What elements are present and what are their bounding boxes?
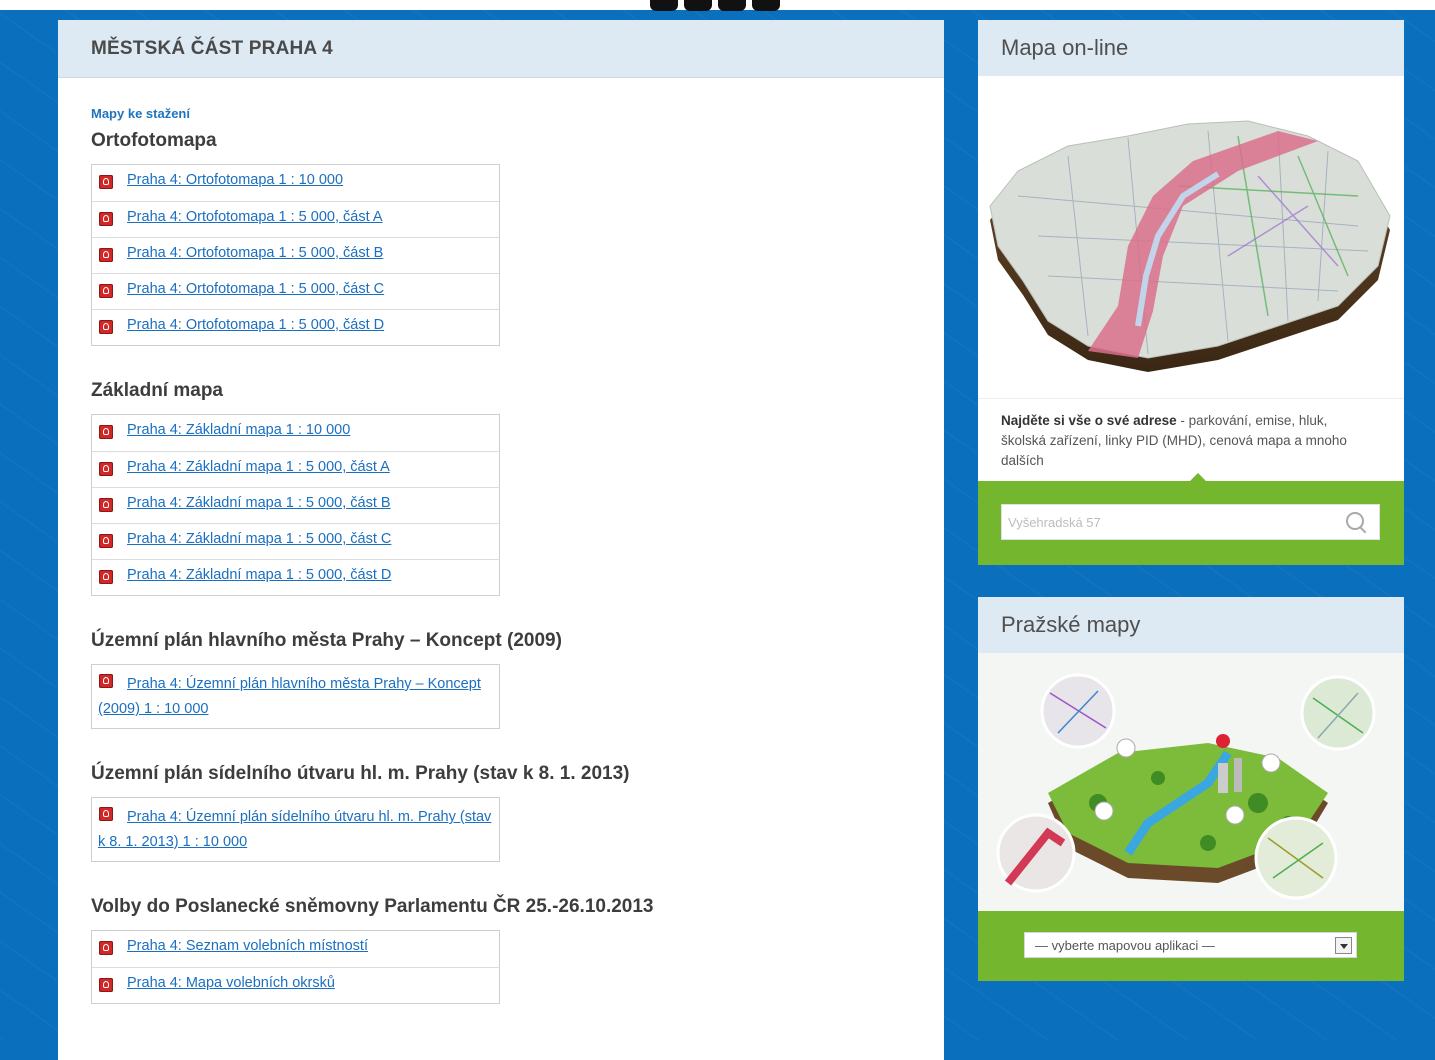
top-band bbox=[0, 0, 1435, 11]
file-row: Praha 4: Základní mapa 1 : 10 000 bbox=[92, 415, 499, 451]
main-panel: MĚSTSKÁ ČÁST PRAHA 4 Mapy ke stažení Ort… bbox=[58, 20, 944, 1060]
file-row: Praha 4: Ortofotomapa 1 : 5 000, část A bbox=[92, 201, 499, 237]
pdf-icon bbox=[99, 534, 113, 548]
file-link[interactable]: Praha 4: Ortofotomapa 1 : 10 000 bbox=[127, 168, 343, 193]
description-bold: Najděte si vše o své adrese bbox=[1001, 413, 1177, 428]
search-icon[interactable] bbox=[1341, 507, 1371, 537]
breadcrumb-link[interactable]: Mapy ke stažení bbox=[91, 106, 944, 121]
section-title-volby: Volby do Poslanecké sněmovny Parlamentu … bbox=[91, 896, 654, 917]
file-link[interactable]: Praha 4: Územní plán hlavního města Prah… bbox=[98, 676, 481, 717]
file-row: Praha 4: Územní plán hlavního města Prah… bbox=[92, 665, 499, 728]
file-row: Praha 4: Základní mapa 1 : 5 000, část B bbox=[92, 487, 499, 523]
file-row: Praha 4: Ortofotomapa 1 : 5 000, část D bbox=[92, 309, 499, 345]
main-header: MĚSTSKÁ ČÁST PRAHA 4 bbox=[58, 20, 944, 78]
file-row: Praha 4: Ortofotomapa 1 : 5 000, část B bbox=[92, 237, 499, 273]
online-map-title: Mapa on-line bbox=[978, 20, 1404, 76]
prague-3d-map-illustration bbox=[989, 120, 1391, 372]
file-row: Praha 4: Základní mapa 1 : 5 000, část D bbox=[92, 559, 499, 595]
file-link[interactable]: Praha 4: Ortofotomapa 1 : 5 000, část C bbox=[127, 277, 384, 302]
prague-maps-image[interactable] bbox=[978, 653, 1404, 911]
pdf-icon bbox=[99, 674, 113, 688]
main-body: Mapy ke stažení Ortofotomapa Praha 4: Or… bbox=[58, 78, 944, 1004]
prague-maps-illustration bbox=[978, 653, 1404, 911]
file-row: Praha 4: Územní plán sídelního útvaru hl… bbox=[92, 798, 499, 861]
file-link[interactable]: Praha 4: Ortofotomapa 1 : 5 000, část B bbox=[127, 241, 383, 266]
file-link[interactable]: Praha 4: Územní plán sídelního útvaru hl… bbox=[98, 809, 491, 850]
pdf-icon bbox=[99, 978, 113, 992]
file-link[interactable]: Praha 4: Základní mapa 1 : 5 000, část D bbox=[127, 563, 391, 588]
file-list: Praha 4: Seznam volebních místností Prah… bbox=[91, 930, 500, 1004]
address-search-input[interactable] bbox=[1002, 513, 1341, 531]
map-app-select-band: — vyberte mapovou aplikaci — bbox=[978, 911, 1404, 981]
file-list: Praha 4: Ortofotomapa 1 : 10 000 Praha 4… bbox=[91, 164, 500, 346]
file-row: Praha 4: Základní mapa 1 : 5 000, část A bbox=[92, 451, 499, 487]
pdf-icon bbox=[99, 941, 113, 955]
address-search-box bbox=[1001, 504, 1380, 540]
file-row: Praha 4: Základní mapa 1 : 5 000, část C bbox=[92, 523, 499, 559]
online-map-description: Najděte si vše o své adrese - parkování,… bbox=[978, 398, 1404, 481]
file-link[interactable]: Praha 4: Mapa volebních okrsků bbox=[127, 971, 335, 996]
prague-3d-map-image[interactable] bbox=[978, 76, 1404, 398]
section-title-ortofotomapa: Ortofotomapa bbox=[91, 130, 217, 151]
address-search-band bbox=[978, 473, 1404, 565]
pdf-icon bbox=[99, 212, 113, 226]
file-link[interactable]: Praha 4: Základní mapa 1 : 5 000, část C bbox=[127, 527, 391, 552]
section-title-uzemni-plan-koncept: Územní plán hlavního města Prahy – Konce… bbox=[91, 630, 562, 651]
prague-maps-title: Pražské mapy bbox=[978, 597, 1404, 653]
pdf-icon bbox=[99, 320, 113, 334]
chevron-down-icon[interactable] bbox=[1335, 936, 1352, 954]
file-link[interactable]: Praha 4: Základní mapa 1 : 10 000 bbox=[127, 418, 350, 443]
pdf-icon bbox=[99, 807, 113, 821]
prague-maps-card: Pražské mapy — vyberte mapovou aplikaci … bbox=[978, 597, 1404, 981]
file-list: Praha 4: Základní mapa 1 : 10 000 Praha … bbox=[91, 414, 500, 596]
file-list: Praha 4: Územní plán hlavního města Prah… bbox=[91, 664, 500, 729]
file-link[interactable]: Praha 4: Základní mapa 1 : 5 000, část B bbox=[127, 491, 391, 516]
file-link[interactable]: Praha 4: Ortofotomapa 1 : 5 000, část D bbox=[127, 313, 384, 338]
section-title-zakladni-mapa: Základní mapa bbox=[91, 380, 223, 401]
file-row: Praha 4: Ortofotomapa 1 : 10 000 bbox=[92, 165, 499, 201]
file-link[interactable]: Praha 4: Základní mapa 1 : 5 000, část A bbox=[127, 455, 390, 480]
file-row: Praha 4: Mapa volebních okrsků bbox=[92, 967, 499, 1003]
file-row: Praha 4: Ortofotomapa 1 : 5 000, část C bbox=[92, 273, 499, 309]
pdf-icon bbox=[99, 462, 113, 476]
pdf-icon bbox=[99, 425, 113, 439]
file-list: Praha 4: Územní plán sídelního útvaru hl… bbox=[91, 797, 500, 862]
file-row: Praha 4: Seznam volebních místností bbox=[92, 931, 499, 967]
section-title-uzemni-plan-sidelniho: Územní plán sídelního útvaru hl. m. Prah… bbox=[91, 763, 630, 784]
file-link[interactable]: Praha 4: Ortofotomapa 1 : 5 000, část A bbox=[127, 205, 383, 230]
pdf-icon bbox=[99, 248, 113, 262]
map-app-select[interactable]: — vyberte mapovou aplikaci — bbox=[1024, 932, 1357, 958]
pdf-icon bbox=[99, 175, 113, 189]
pdf-icon bbox=[99, 498, 113, 512]
online-map-card: Mapa on-line Najděte si vše o své adrese… bbox=[978, 20, 1404, 565]
map-app-select-value: — vyberte mapovou aplikaci — bbox=[1035, 937, 1215, 953]
pdf-icon bbox=[99, 284, 113, 298]
file-link[interactable]: Praha 4: Seznam volebních místností bbox=[127, 934, 368, 959]
logo-fragment bbox=[650, 0, 790, 11]
page-title: MĚSTSKÁ ČÁST PRAHA 4 bbox=[91, 37, 333, 59]
pdf-icon bbox=[99, 570, 113, 584]
